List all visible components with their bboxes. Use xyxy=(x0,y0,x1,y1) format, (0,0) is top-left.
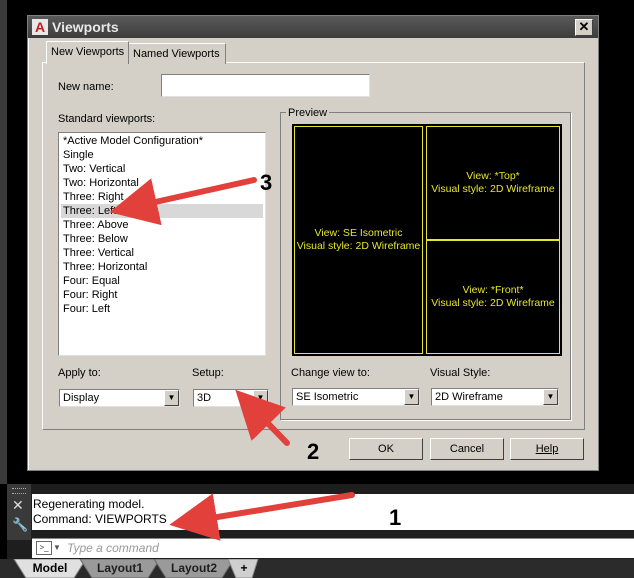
annotation-arrow-1 xyxy=(169,492,355,541)
annotation-number-2: 2 xyxy=(307,439,320,464)
annotation-arrow-3 xyxy=(109,177,257,226)
tab-new-viewports[interactable]: New Viewports xyxy=(46,41,130,64)
annotation-number-3: 3 xyxy=(260,170,273,195)
annotation-overlay xyxy=(109,177,355,541)
annotation-number-1: 1 xyxy=(389,505,402,530)
annotation-arrow-2 xyxy=(235,389,290,446)
